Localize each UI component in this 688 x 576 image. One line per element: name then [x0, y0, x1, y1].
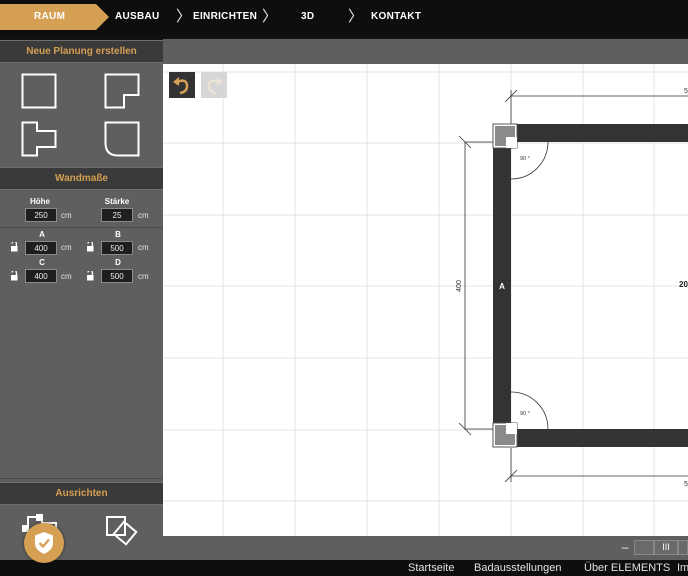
hoehe-label: Höhe	[30, 197, 50, 206]
zoom-box[interactable]	[678, 540, 688, 555]
wall-c-unit: cm	[61, 272, 72, 281]
hoehe-unit: cm	[61, 211, 72, 220]
shield-check-icon	[35, 532, 53, 554]
canvas-toolbar-top	[163, 39, 688, 64]
planner-app: RAUM AUSBAU 〉 EINRICHTEN 〉 3D 〉 KONTAKT …	[0, 0, 688, 576]
zoom-box[interactable]	[634, 540, 654, 555]
canvas-toolbar-bottom	[163, 536, 688, 560]
unlock-icon[interactable]	[86, 242, 96, 252]
footer-link-badausstellungen[interactable]: Badausstellungen	[474, 562, 561, 574]
wall-d-input[interactable]	[101, 269, 133, 283]
footer-link-ueber-elements[interactable]: Über ELEMENTS	[584, 562, 670, 574]
wall-a-tag: A	[499, 282, 505, 291]
corner-handle-bottom[interactable]	[492, 422, 518, 448]
footer-link-startseite[interactable]: Startseite	[408, 562, 454, 574]
unlock-icon[interactable]	[86, 271, 96, 281]
step-navigation: RAUM AUSBAU 〉 EINRICHTEN 〉 3D 〉 KONTAKT	[0, 0, 688, 35]
wall-d[interactable]	[493, 429, 688, 447]
floor-plan-drawing[interactable]: 400 5 5 90 ° 90 ° A 20	[163, 64, 688, 536]
divider	[0, 478, 163, 479]
wall-b-unit: cm	[138, 243, 149, 252]
footer-link-impressum[interactable]: Im	[677, 562, 688, 574]
divider	[0, 227, 163, 228]
chevron-right-icon: 〉	[262, 8, 278, 25]
zoom-out-button[interactable]: –	[619, 540, 631, 554]
zoom-level-button[interactable]: III	[654, 540, 678, 555]
wall-d-label: D	[115, 258, 121, 267]
room-area-label: 20	[679, 280, 688, 289]
wall-b[interactable]	[493, 124, 688, 142]
wall-c-label: C	[39, 258, 45, 267]
l-shape-icon[interactable]	[104, 73, 140, 109]
align-header: Ausrichten	[0, 482, 163, 505]
unlock-icon[interactable]	[10, 271, 20, 281]
step-kontakt[interactable]: KONTAKT	[371, 11, 421, 22]
floor-plan-canvas[interactable]: 400 5 5 90 ° 90 ° A 20	[163, 64, 688, 536]
dim-bottom-label: 5	[684, 481, 688, 488]
step-3d[interactable]: 3D	[301, 11, 314, 22]
angle-top-label: 90 °	[520, 156, 530, 162]
cut-corner-shape-icon[interactable]	[104, 121, 140, 157]
redo-button[interactable]	[201, 72, 227, 98]
sidebar: Neue Planung erstellen Wandmaße Höhe cm …	[0, 40, 163, 560]
dimension-line-top	[504, 89, 688, 124]
chevron-right-icon: 〉	[348, 8, 364, 25]
dim-left-label: 400	[456, 280, 463, 292]
footer: Startseite Badausstellungen Über ELEMENT…	[0, 560, 688, 576]
wall-c-input[interactable]	[25, 269, 57, 283]
step-raum[interactable]: RAUM	[34, 11, 65, 22]
wall-dimensions-header: Wandmaße	[0, 167, 163, 190]
undo-icon	[173, 77, 189, 95]
undo-button[interactable]	[169, 72, 195, 98]
angle-bottom-label: 90 °	[520, 411, 530, 417]
wall-a-unit: cm	[61, 243, 72, 252]
wall-d-unit: cm	[138, 272, 149, 281]
corner-handle-top[interactable]	[492, 123, 518, 149]
staerke-unit: cm	[138, 211, 149, 220]
rotate-room-icon[interactable]	[104, 514, 140, 550]
t-shape-icon[interactable]	[21, 121, 57, 157]
wall-b-input[interactable]	[101, 241, 133, 255]
wall-a-input[interactable]	[25, 241, 57, 255]
step-ausbau[interactable]: AUSBAU	[115, 11, 160, 22]
wall-a-label: A	[39, 230, 45, 239]
unlock-icon[interactable]	[10, 242, 20, 252]
new-plan-header: Neue Planung erstellen	[0, 40, 163, 63]
chevron-right-icon: 〉	[176, 8, 192, 25]
staerke-label: Stärke	[104, 197, 130, 206]
redo-icon	[207, 77, 223, 95]
dimension-line-bottom	[504, 448, 688, 483]
privacy-settings-button[interactable]	[24, 523, 64, 563]
wall-b-label: B	[115, 230, 121, 239]
step-einrichten[interactable]: EINRICHTEN	[193, 11, 257, 22]
rectangle-shape-icon[interactable]	[21, 73, 57, 109]
staerke-input[interactable]	[101, 208, 133, 222]
dim-top-label: 5	[684, 88, 688, 95]
hoehe-input[interactable]	[25, 208, 57, 222]
